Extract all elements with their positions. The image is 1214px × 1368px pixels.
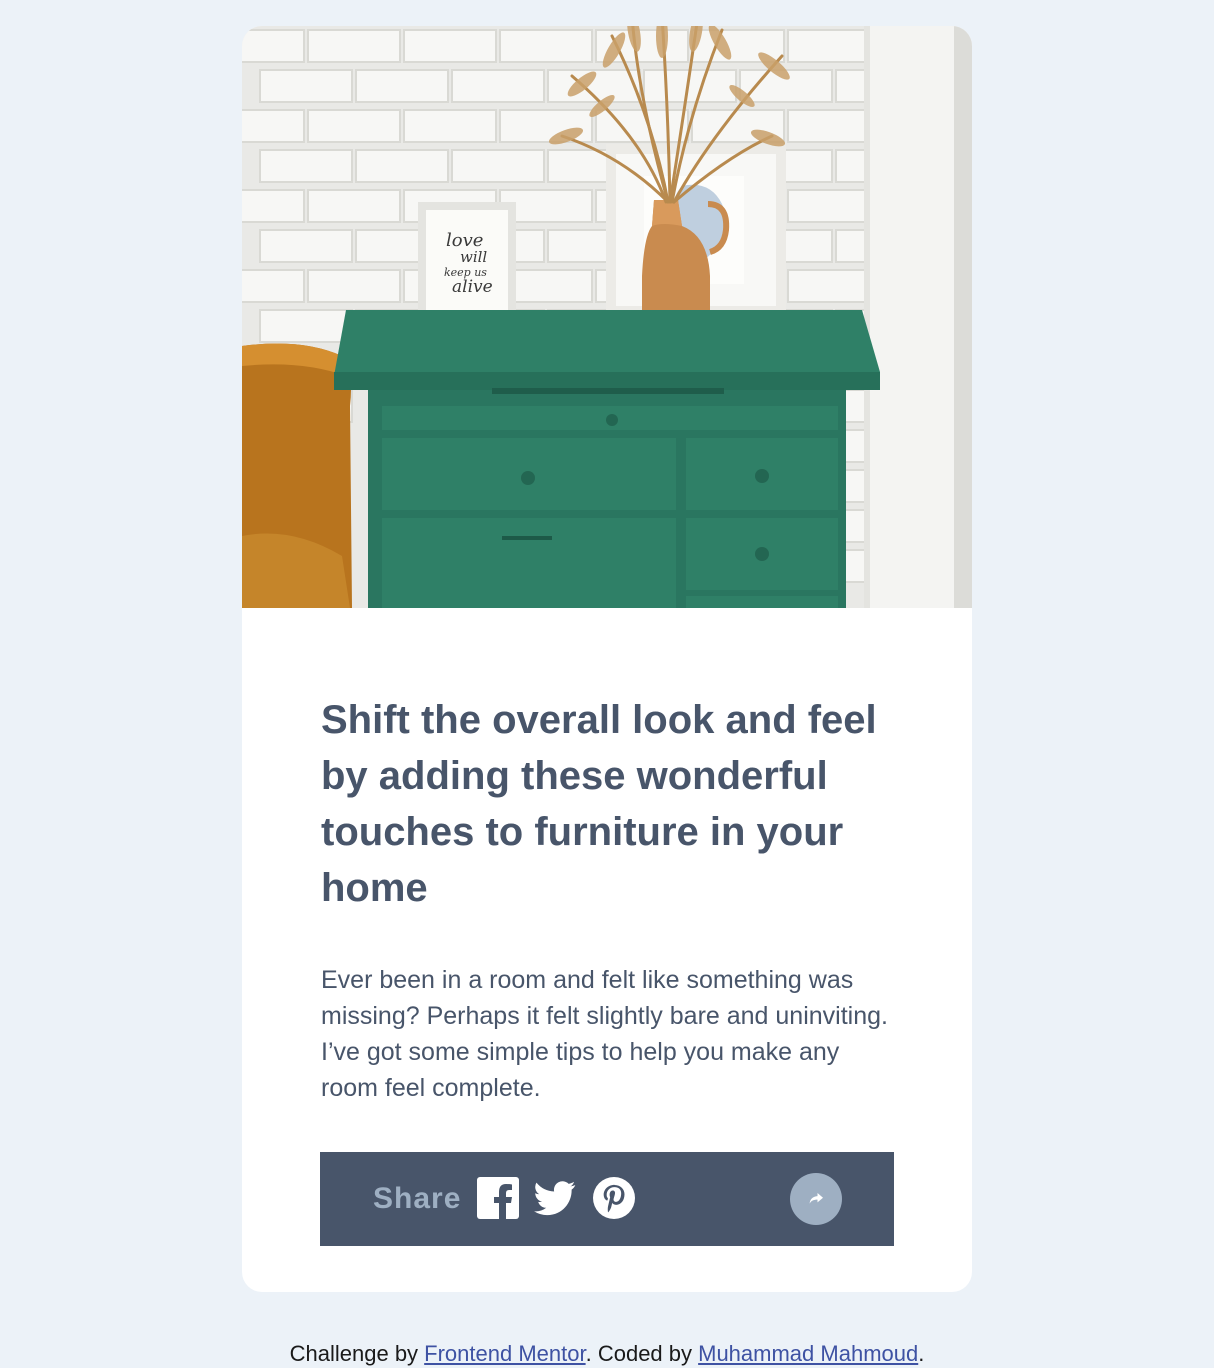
share-button[interactable] [790, 1173, 842, 1225]
article-card: love will keep us alive Shift the overal… [242, 26, 972, 1292]
svg-text:alive: alive [452, 277, 493, 297]
pinterest-icon[interactable] [593, 1177, 635, 1219]
svg-text:will: will [460, 248, 487, 266]
article-headline: Shift the overall look and feel by addin… [321, 698, 877, 910]
share-label: Share [373, 1182, 462, 1215]
share-arrow-icon [809, 1193, 823, 1204]
facebook-icon[interactable] [477, 1177, 519, 1219]
frontend-mentor-link[interactable]: Frontend Mentor [424, 1341, 585, 1366]
attribution-prefix: Challenge by [289, 1341, 425, 1366]
article-photo: love will keep us alive [242, 26, 972, 608]
attribution-middle: . Coded by [585, 1341, 699, 1366]
article-excerpt: Ever been in a room and felt like someth… [321, 966, 888, 1102]
attribution-suffix: . [918, 1341, 925, 1366]
twitter-icon[interactable] [534, 1177, 576, 1219]
attribution: Challenge by Frontend Mentor. Coded by M… [0, 1340, 1214, 1368]
author-link[interactable]: Muhammad Mahmoud [698, 1341, 918, 1366]
share-bar: Share [320, 1152, 894, 1246]
